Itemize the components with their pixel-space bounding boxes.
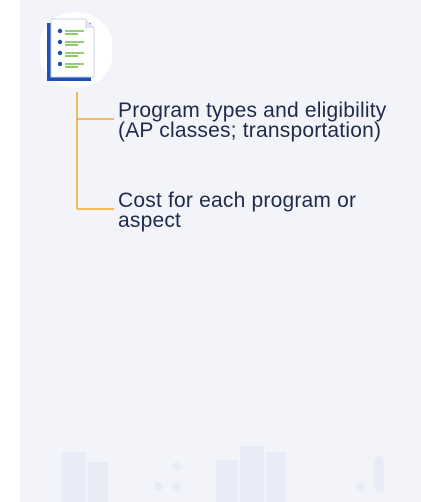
decorative-bar (240, 446, 264, 502)
decorative-dot (154, 482, 163, 491)
bracket-connector (76, 92, 116, 212)
list-item-cost: Cost for each program or aspect (118, 189, 357, 232)
decorative-dot (172, 462, 181, 471)
decorative-bar (88, 462, 108, 502)
list-item-program-types: Program types and eligibility (AP classe… (118, 99, 387, 142)
decorative-bar (62, 452, 86, 502)
decorative-dot (172, 482, 181, 491)
card: Program types and eligibility (AP classe… (20, 0, 421, 502)
decorative-bar (216, 460, 238, 502)
decorative-bar (266, 452, 286, 502)
document-list-icon (40, 9, 112, 91)
decorative-bar (374, 456, 384, 492)
decorative-dot (356, 482, 365, 491)
